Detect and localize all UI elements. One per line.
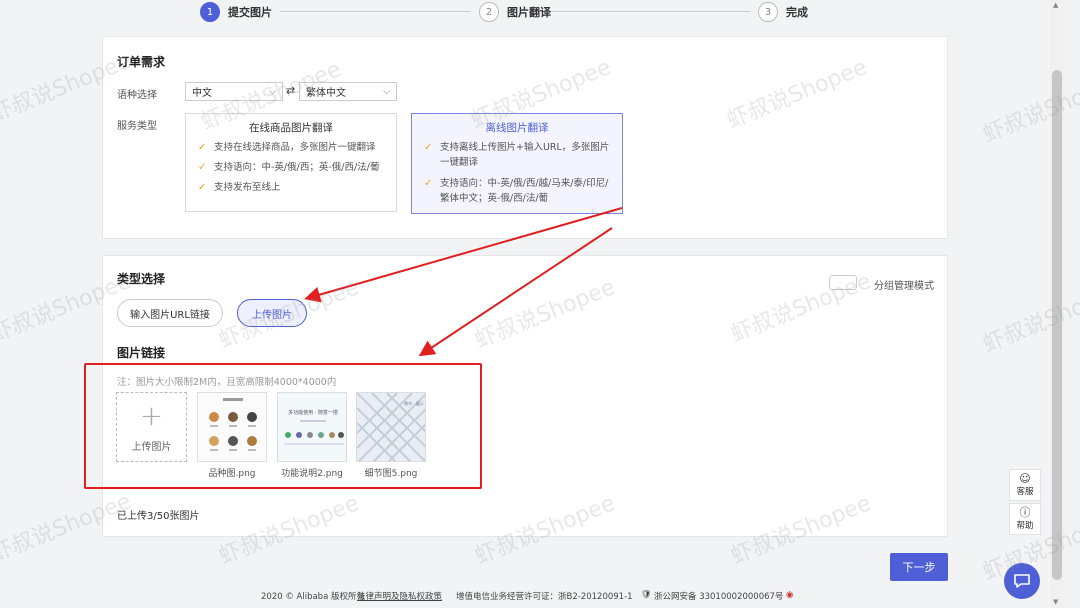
next-step-button[interactable]: 下一步 — [890, 553, 948, 581]
type-title: 类型选择 — [117, 272, 166, 286]
source-language-value: 中文 — [192, 88, 212, 99]
service-feature: ✓ 支持发布至线上 — [198, 182, 281, 193]
footer-police-record: 浙公网安备 33010002000067号 — [654, 592, 784, 602]
scroll-up-icon[interactable]: ▲ — [1053, 1, 1058, 9]
order-title: 订单需求 — [117, 55, 166, 69]
check-icon: ✓ — [198, 142, 207, 153]
service-feature: ✓ 支持在线选择商品，多张图片一键翻译 — [198, 142, 376, 153]
image-links-title: 图片链接 — [117, 346, 166, 360]
footer-copyright: 2020 © Alibaba 版权所有 — [261, 592, 365, 602]
trust-badge-icon: ◉ — [786, 590, 794, 600]
user-icon: ☺ — [1019, 472, 1031, 485]
upload-image-option[interactable]: 上传图片 — [237, 299, 307, 327]
upload-count: 已上传3/50张图片 — [117, 511, 200, 522]
step-label: 提交图片 — [228, 6, 272, 19]
target-language-value: 繁体中文 — [306, 88, 346, 99]
watermark: 虾叔说Shopee — [979, 278, 1080, 358]
chevron-down-icon: ⌵ — [383, 86, 390, 97]
annotation-highlight-box — [84, 363, 482, 489]
service-title: 离线图片翻译 — [485, 122, 549, 134]
help-label: 帮助 — [1016, 521, 1034, 531]
step-connector — [530, 11, 750, 12]
check-icon: ✓ — [424, 142, 433, 153]
scrollbar-thumb[interactable] — [1052, 70, 1062, 580]
page-scrollbar[interactable]: ▲ ▼ — [1050, 0, 1064, 608]
step-1: 1 提交图片 — [200, 2, 272, 22]
chat-icon — [1014, 574, 1030, 588]
watermark: 虾叔说Shopee — [979, 68, 1080, 148]
language-label: 语种选择 — [117, 90, 157, 101]
progress-steps: 1 提交图片 2 图片翻译 3 完成 — [0, 0, 1050, 30]
swap-language-icon[interactable]: ⇄ — [286, 84, 295, 97]
group-mode-label: 分组管理模式 — [874, 281, 934, 292]
step-connector — [280, 11, 470, 12]
order-requirements-card: 订单需求 语种选择 中文 ⌵ ⇄ 繁体中文 ⌵ 服务类型 在线商品图片翻译 ✓ 支… — [102, 36, 948, 239]
check-icon: ✓ — [424, 178, 433, 189]
check-icon: ✓ — [198, 182, 207, 193]
check-icon: ✓ — [198, 162, 207, 173]
service-offline-image-translation[interactable]: 离线图片翻译 ✓ 支持离线上传图片+输入URL，多张图片一键翻译 ✓ 支持语向：中-… — [411, 113, 623, 214]
step-label: 完成 — [786, 6, 808, 19]
customer-service-button[interactable]: ☺ 客服 — [1009, 469, 1041, 501]
step-number: 3 — [758, 2, 778, 22]
footer-license: 增值电信业务经营许可证：浙B2-20120091-1 — [456, 592, 633, 602]
help-button[interactable]: ⓘ 帮助 — [1009, 503, 1041, 535]
group-mode-toggle[interactable] — [829, 275, 857, 290]
step-2: 2 图片翻译 — [479, 2, 551, 22]
scroll-down-icon[interactable]: ▼ — [1053, 598, 1058, 606]
step-number: 2 — [479, 2, 499, 22]
service-type-label: 服务类型 — [117, 121, 157, 132]
footer: 2020 © Alibaba 版权所有 法律声明及隐私权政策 增值电信业务经营许… — [0, 584, 1050, 608]
url-link-option[interactable]: 输入图片URL链接 — [117, 299, 223, 327]
service-feature: ✓ 支持离线上传图片+输入URL，多张图片一键翻译 — [424, 142, 610, 168]
service-online-product-translation[interactable]: 在线商品图片翻译 ✓ 支持在线选择商品，多张图片一键翻译 ✓ 支持语向：中-英/俄/… — [185, 113, 397, 212]
source-language-select[interactable]: 中文 ⌵ — [185, 82, 283, 101]
footer-legal-link[interactable]: 法律声明及隐私权政策 — [357, 590, 442, 602]
target-language-select[interactable]: 繁体中文 ⌵ — [299, 82, 397, 101]
step-number: 1 — [200, 2, 220, 22]
step-3: 3 完成 — [758, 2, 808, 22]
police-badge-icon: 🛡 — [641, 590, 652, 600]
customer-service-label: 客服 — [1016, 487, 1034, 497]
chevron-down-icon: ⌵ — [269, 86, 276, 97]
service-title: 在线商品图片翻译 — [249, 122, 333, 134]
help-icon: ⓘ — [1019, 506, 1031, 519]
chat-button[interactable] — [1004, 563, 1040, 599]
service-feature: ✓ 支持语向：中-英/俄/西/越/马来/泰/印尼/繁体中文；英-俄/西/法/葡 — [424, 178, 609, 204]
service-feature: ✓ 支持语向：中-英/俄/西；英-俄/西/法/葡 — [198, 162, 380, 173]
step-label: 图片翻译 — [507, 6, 551, 19]
